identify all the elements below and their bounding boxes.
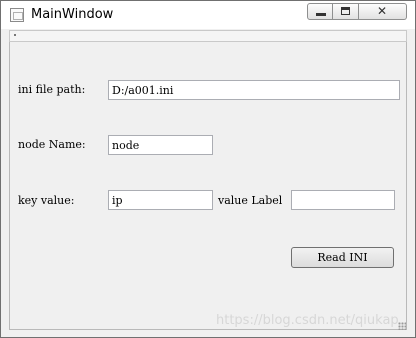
key-value-input[interactable] — [108, 190, 213, 210]
menu-bar-grip — [14, 34, 16, 36]
value-label-caption: value Label — [218, 194, 283, 207]
watermark-text: https://blog.csdn.net/qiukap — [216, 313, 399, 328]
close-icon: ✕ — [376, 4, 388, 18]
main-window: MainWindow ✕ ini file path: node Name: k… — [0, 0, 416, 338]
minimize-icon — [316, 13, 326, 16]
title-bar[interactable]: MainWindow ✕ — [1, 1, 415, 29]
maximize-icon — [341, 7, 350, 15]
menu-bar[interactable] — [9, 30, 407, 42]
read-ini-button[interactable]: Read INI — [291, 247, 394, 268]
key-value-label: key value: — [18, 194, 75, 207]
ini-path-label: ini file path: — [18, 83, 86, 96]
minimize-button[interactable] — [307, 3, 333, 20]
app-icon — [10, 8, 24, 22]
central-widget: ini file path: node Name: key value: val… — [9, 42, 407, 330]
window-title: MainWindow — [31, 7, 114, 22]
value-label-output[interactable] — [291, 190, 395, 210]
node-name-input[interactable] — [108, 135, 213, 155]
ini-path-input[interactable] — [108, 80, 400, 100]
size-grip[interactable] — [398, 322, 406, 330]
node-name-label: node Name: — [18, 138, 86, 151]
caption-buttons: ✕ — [307, 3, 407, 20]
close-button[interactable]: ✕ — [359, 3, 407, 20]
maximize-button[interactable] — [333, 3, 359, 20]
